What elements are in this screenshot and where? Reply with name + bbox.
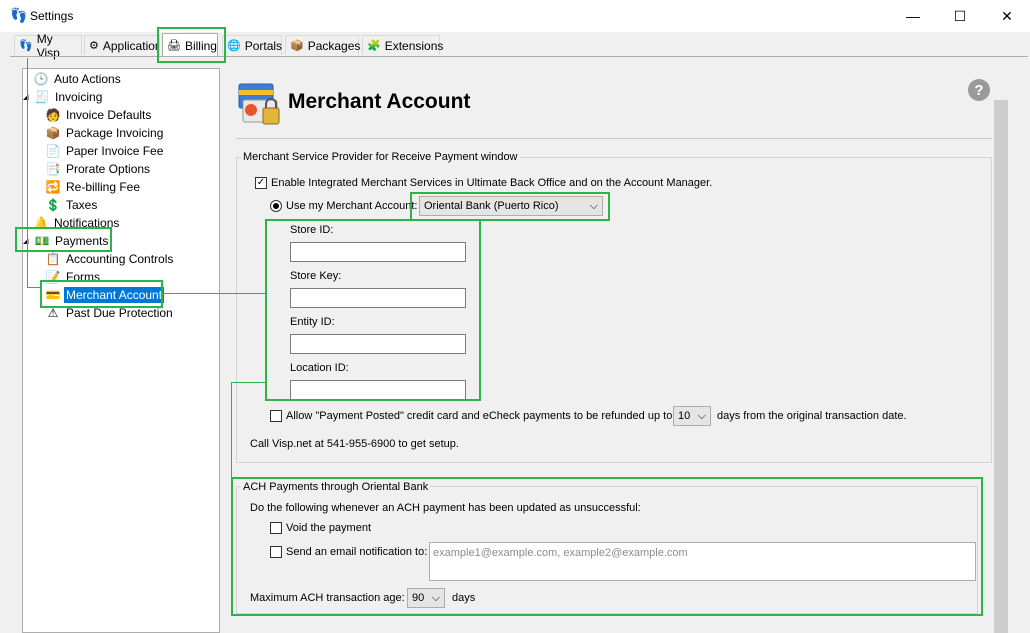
help-icon[interactable]: ? <box>968 79 990 101</box>
connector-line <box>27 58 28 288</box>
tree-item-rebilling-fee[interactable]: 🔁 Re-billing Fee <box>45 178 142 196</box>
app-logo-icon: 👣 <box>10 7 28 23</box>
connector-line <box>231 382 232 477</box>
page-title: Merchant Account <box>288 90 471 113</box>
minimize-button[interactable]: — <box>890 0 936 32</box>
merchant-account-header-icon <box>237 80 283 128</box>
tab-portals[interactable]: 🌐 Portals <box>222 35 282 55</box>
tree-item-label: Re-billing Fee <box>66 180 141 194</box>
tab-label: Application <box>102 38 160 53</box>
paper-icon: 📄 <box>45 144 61 158</box>
person-icon: 🧑 <box>45 108 61 122</box>
maximize-button[interactable]: ☐ <box>937 0 983 32</box>
title-bar: 👣 Settings — ☐ ✕ <box>0 0 1030 32</box>
tab-label: Extensions <box>384 38 444 53</box>
tree-item-package-invoicing[interactable]: 📦 Package Invoicing <box>45 124 165 142</box>
tree-item-taxes[interactable]: 💲 Taxes <box>45 196 99 214</box>
refund-days-suffix: days from the original transaction date. <box>717 410 907 422</box>
tree-item-label: Auto Actions <box>54 72 121 86</box>
header-separator <box>236 138 992 139</box>
merchant-account-highlight <box>40 280 163 308</box>
tab-label: Packages <box>307 38 361 53</box>
tab-label: Portals <box>244 38 283 53</box>
portals-icon: 🌐 <box>227 40 241 52</box>
tab-extensions[interactable]: 🧩 Extensions <box>362 35 443 55</box>
settings-tree: 🕒 Auto Actions ◢ 🧾 Invoicing 🧑 Invoice D… <box>22 68 220 633</box>
accounting-icon: 📋 <box>45 252 61 266</box>
radio-dot <box>273 203 279 209</box>
billing-tab-highlight <box>157 27 226 63</box>
vertical-scrollbar[interactable] <box>994 100 1008 633</box>
connector-line <box>231 382 265 383</box>
connector-line <box>163 293 265 294</box>
tree-item-label: Invoice Defaults <box>66 108 152 122</box>
tab-my-visp[interactable]: 👣 My Visp <box>14 32 82 60</box>
credentials-highlight <box>265 219 481 401</box>
tree-item-label: Package Invoicing <box>66 126 164 140</box>
use-my-merchant-radio[interactable] <box>270 200 282 212</box>
tree-item-label: Taxes <box>66 198 98 212</box>
call-setup-text: Call Visp.net at 541-955-6900 to get set… <box>250 438 459 450</box>
tab-application[interactable]: ⚙ Application <box>84 35 160 55</box>
rebill-icon: 🔁 <box>45 180 61 194</box>
tab-packages[interactable]: 📦 Packages <box>285 35 361 55</box>
tree-item-auto-actions[interactable]: 🕒 Auto Actions <box>33 70 123 88</box>
allow-refund-label: Allow "Payment Posted" credit card and e… <box>286 410 673 422</box>
allow-refund-checkbox[interactable] <box>270 410 282 422</box>
close-button[interactable]: ✕ <box>984 0 1030 32</box>
invoice-icon: 🧾 <box>34 90 50 104</box>
tree-item-label: Prorate Options <box>66 162 151 176</box>
extensions-icon: 🧩 <box>367 40 381 52</box>
payments-highlight <box>15 227 112 252</box>
enable-merchant-label: Enable Integrated Merchant Services in U… <box>271 177 713 189</box>
enable-merchant-checkbox[interactable]: ✓ <box>255 177 267 189</box>
document-icon: 📑 <box>45 162 61 176</box>
taxes-icon: 💲 <box>45 198 61 212</box>
merchant-provider-legend: Merchant Service Provider for Receive Pa… <box>241 151 520 163</box>
refund-days-value: 10 <box>678 410 691 422</box>
application-icon: ⚙ <box>89 40 99 52</box>
tree-item-invoice-defaults[interactable]: 🧑 Invoice Defaults <box>45 106 153 124</box>
packages-icon: 📦 <box>290 40 304 52</box>
package-icon: 📦 <box>45 126 61 140</box>
tree-item-label: Accounting Controls <box>66 252 174 266</box>
tree-item-invoicing[interactable]: ◢ 🧾 Invoicing <box>23 88 104 106</box>
chevron-down-icon: ⌵ <box>697 409 706 422</box>
tree-item-label: Paper Invoice Fee <box>66 144 164 158</box>
connector-line <box>27 287 40 288</box>
ach-highlight <box>231 477 983 616</box>
provider-highlight <box>410 192 610 221</box>
clock-icon: 🕒 <box>33 72 49 86</box>
tree-item-accounting-controls[interactable]: 📋 Accounting Controls <box>45 250 175 268</box>
my-visp-icon: 👣 <box>19 40 33 52</box>
use-my-merchant-label: Use my Merchant Account: <box>286 200 418 212</box>
window-title: Settings <box>30 9 74 23</box>
tree-item-paper-invoice-fee[interactable]: 📄 Paper Invoice Fee <box>45 142 165 160</box>
tree-item-label: Invoicing <box>55 90 103 104</box>
refund-days-select[interactable]: 10 ⌵ <box>673 406 711 426</box>
tree-item-prorate-options[interactable]: 📑 Prorate Options <box>45 160 152 178</box>
